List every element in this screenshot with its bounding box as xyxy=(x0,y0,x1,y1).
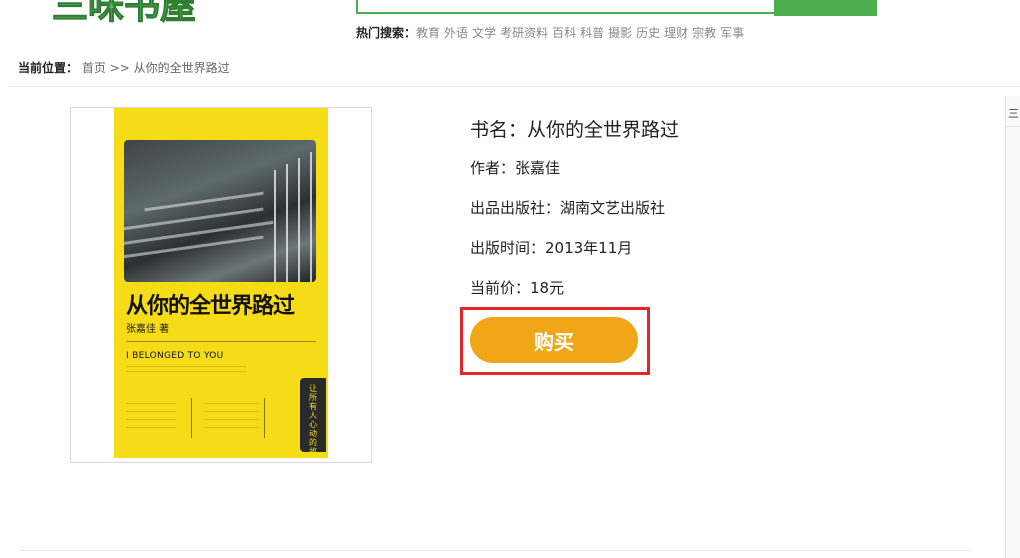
hot-keyword-link[interactable]: 文学 xyxy=(472,26,496,40)
hot-keyword-link[interactable]: 历史 xyxy=(636,26,660,40)
breadcrumb: 当前位置： 首页 >> 从你的全世界路过 xyxy=(18,59,230,76)
book-cover-image[interactable]: 从你的全世界路过 张嘉佳 著 I BELONGED TO YOU 让所有人心动的… xyxy=(114,108,328,458)
breadcrumb-home-link[interactable]: 首页 xyxy=(82,61,106,75)
book-title: 书名：从你的全世界路过 xyxy=(470,119,680,141)
hot-keyword-link[interactable]: 教育 xyxy=(416,26,440,40)
divider xyxy=(20,550,970,551)
cover-author: 张嘉佳 著 xyxy=(126,324,170,335)
hot-keyword-link[interactable]: 外语 xyxy=(444,26,468,40)
svg-text:三味书屋: 三味书屋 xyxy=(52,0,196,27)
right-side-panel xyxy=(1005,96,1020,558)
search-input[interactable] xyxy=(356,0,776,14)
site-logo[interactable]: 三味书屋 xyxy=(48,0,248,28)
hot-search-bar: 热门搜索：教育 外语 文学 考研资料 百科 科普 摄影 历史 理财 宗教 军事 xyxy=(356,24,748,41)
book-price: 当前价：18元 xyxy=(470,279,565,297)
cover-title: 从你的全世界路过 xyxy=(126,294,295,319)
hot-keyword-link[interactable]: 考研资料 xyxy=(500,26,548,40)
breadcrumb-separator: >> xyxy=(109,61,130,75)
book-pub-date: 出版时间：2013年11月 xyxy=(470,239,633,257)
hot-keyword-link[interactable]: 宗教 xyxy=(692,26,716,40)
cover-side-text: 让所有人心动的故事 xyxy=(309,384,317,458)
book-author: 作者：张嘉佳 xyxy=(470,159,561,177)
cover-photo xyxy=(124,140,316,282)
hot-search-label: 热门搜索： xyxy=(356,26,417,40)
right-panel-tab[interactable]: 三 xyxy=(1005,105,1020,127)
breadcrumb-current[interactable]: 从你的全世界路过 xyxy=(134,61,230,75)
search-button[interactable] xyxy=(774,0,877,16)
hot-keyword-link[interactable]: 理财 xyxy=(664,26,688,40)
hot-keyword-link[interactable]: 百科 xyxy=(552,26,576,40)
hot-keyword-link[interactable]: 摄影 xyxy=(608,26,632,40)
cover-english-title: I BELONGED TO YOU xyxy=(126,351,224,361)
buy-button[interactable]: 购买 xyxy=(470,317,638,363)
divider xyxy=(8,86,1020,87)
book-publisher: 出品出版社：湖南文艺出版社 xyxy=(470,199,666,217)
hot-keyword-link[interactable]: 科普 xyxy=(580,26,604,40)
hot-keyword-link[interactable]: 军事 xyxy=(720,26,744,40)
breadcrumb-label: 当前位置： xyxy=(18,61,79,75)
cover-side-tag: 让所有人心动的故事 xyxy=(300,378,326,458)
